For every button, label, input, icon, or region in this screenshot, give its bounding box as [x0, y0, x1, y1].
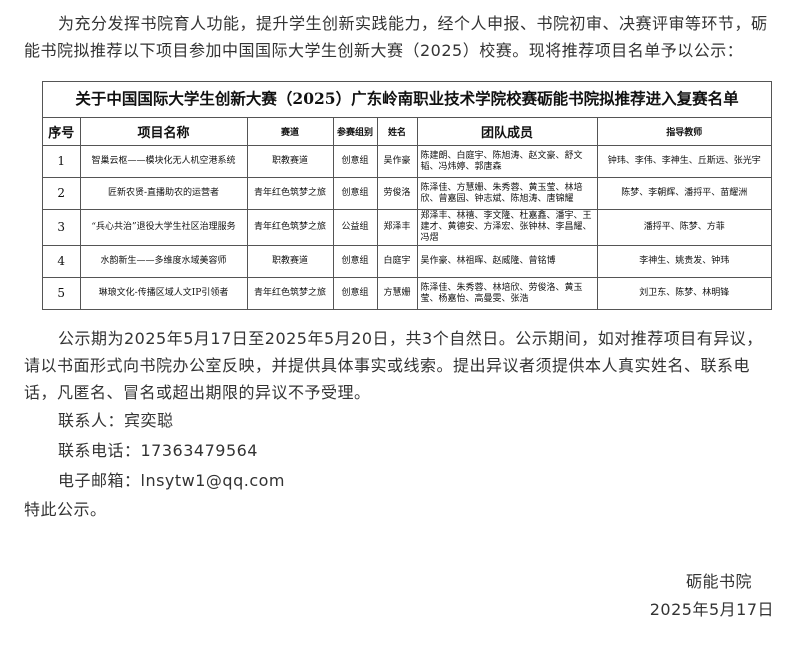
- header-advisors: 指导教师: [596, 118, 771, 146]
- row-group: 创意组: [332, 145, 378, 178]
- row-advisors: 李神生、姚贵发、钟玮: [596, 245, 771, 278]
- row-group: 创意组: [332, 277, 378, 309]
- table-row: 4 水韵新生——多维度水域美容师 职教赛道 创意组 白庭宇 吴作豪、林祖晖、赵威…: [43, 245, 771, 278]
- header-group: 参赛组别: [332, 118, 378, 146]
- row-track: 职教赛道: [246, 145, 334, 178]
- header-no: 序号: [43, 118, 81, 146]
- row-no: 3: [43, 209, 81, 246]
- row-members: 郑泽丰、林禧、李文隆、杜嘉鑫、潘宇、王建才、黄德安、方泽宏、张钟林、李昌耀、冯熠: [416, 209, 598, 246]
- row-leader: 方慧姗: [376, 277, 418, 309]
- row-members: 陈建朗、白庭宇、陈旭涛、赵文豪、舒文韬、冯炜婷、郭唐森: [416, 145, 598, 178]
- header-leader: 姓名: [376, 118, 418, 146]
- row-group: 公益组: [332, 209, 378, 246]
- row-leader: 郑泽丰: [376, 209, 418, 246]
- project-table: 序号 项目名称 赛道 参赛组别 姓名 团队成员 指导教师 1 智巢云枢——模块化…: [43, 118, 771, 309]
- row-leader: 劳俊洛: [376, 177, 418, 210]
- header-track: 赛道: [246, 118, 334, 146]
- row-track: 青年红色筑梦之旅: [246, 277, 334, 309]
- row-project: 水韵新生——多维度水域美容师: [79, 245, 248, 278]
- header-members: 团队成员: [416, 118, 598, 146]
- row-track: 青年红色筑梦之旅: [246, 209, 334, 246]
- table-row: 5 琳琅文化-传播区域人文IP引领者 青年红色筑梦之旅 创意组 方慧姗 陈泽佳、…: [43, 277, 771, 309]
- row-leader: 吴作豪: [376, 145, 418, 178]
- row-no: 2: [43, 177, 81, 210]
- header-project: 项目名称: [79, 118, 248, 146]
- row-track: 青年红色筑梦之旅: [246, 177, 334, 210]
- signature-org: 砺能书院: [685, 572, 752, 591]
- row-no: 1: [43, 145, 81, 178]
- row-no: 5: [43, 277, 81, 309]
- table-row: 3 “兵心共治”退役大学生社区治理服务 青年红色筑梦之旅 公益组 郑泽丰 郑泽丰…: [43, 209, 771, 246]
- row-project: 匠新农贤-直播助农的运营者: [79, 177, 248, 210]
- notice-page: 为充分发挥书院育人功能，提升学生创新实践能力，经个人申报、书院初审、决赛评审等环…: [0, 0, 800, 661]
- row-project: 琳琅文化-传播区域人文IP引领者: [79, 277, 248, 309]
- final-statement: 特此公示。: [24, 500, 107, 519]
- row-advisors: 钟玮、李伟、李神生、丘斯远、张光宇: [596, 145, 771, 178]
- contact-phone: 联系电话：17363479564: [58, 441, 258, 460]
- row-members: 陈泽佳、方慧姗、朱秀蓉、黄玉莹、林培欣、曾嘉园、钟志斌、陈旭涛、唐锦耀: [416, 177, 598, 210]
- row-group: 创意组: [332, 177, 378, 210]
- row-project: 智巢云枢——模块化无人机空港系统: [79, 145, 248, 178]
- recommendation-table: 关于中国国际大学生创新大赛（2025）广东岭南职业技术学院校赛砺能书院拟推荐进入…: [42, 81, 772, 310]
- closing-paragraph: 公示期为2025年5月17日至2025年5月20日，共3个自然日。公示期间，如对…: [24, 329, 763, 402]
- row-members: 吴作豪、林祖晖、赵威隆、曾铭博: [416, 245, 598, 278]
- table-header-row: 序号 项目名称 赛道 参赛组别 姓名 团队成员 指导教师: [43, 118, 771, 146]
- contact-email: 电子邮箱：lnsytw1@qq.com: [58, 471, 286, 490]
- table-row: 1 智巢云枢——模块化无人机空港系统 职教赛道 创意组 吴作豪 陈建朗、白庭宇、…: [43, 145, 771, 178]
- row-project: “兵心共治”退役大学生社区治理服务: [79, 209, 248, 246]
- row-group: 创意组: [332, 245, 378, 278]
- contact-person: 联系人：宾奕聪: [58, 411, 174, 430]
- row-advisors: 潘捋平、陈梦、方菲: [596, 209, 771, 246]
- table-title: 关于中国国际大学生创新大赛（2025）广东岭南职业技术学院校赛砺能书院拟推荐进入…: [43, 82, 771, 118]
- table-row: 2 匠新农贤-直播助农的运营者 青年红色筑梦之旅 创意组 劳俊洛 陈泽佳、方慧姗…: [43, 177, 771, 210]
- row-leader: 白庭宇: [376, 245, 418, 278]
- row-members: 陈泽佳、朱秀蓉、林培欣、劳俊洛、黄玉莹、杨嘉怡、高曼雯、张浩: [416, 277, 598, 309]
- row-no: 4: [43, 245, 81, 278]
- row-advisors: 刘卫东、陈梦、林明锋: [596, 277, 771, 309]
- intro-paragraph: 为充分发挥书院育人功能，提升学生创新实践能力，经个人申报、书院初审、决赛评审等环…: [24, 14, 768, 60]
- signature-date: 2025年5月17日: [649, 600, 774, 619]
- row-advisors: 陈梦、李朝辉、潘捋平、苗耀洲: [596, 177, 771, 210]
- row-track: 职教赛道: [246, 245, 334, 278]
